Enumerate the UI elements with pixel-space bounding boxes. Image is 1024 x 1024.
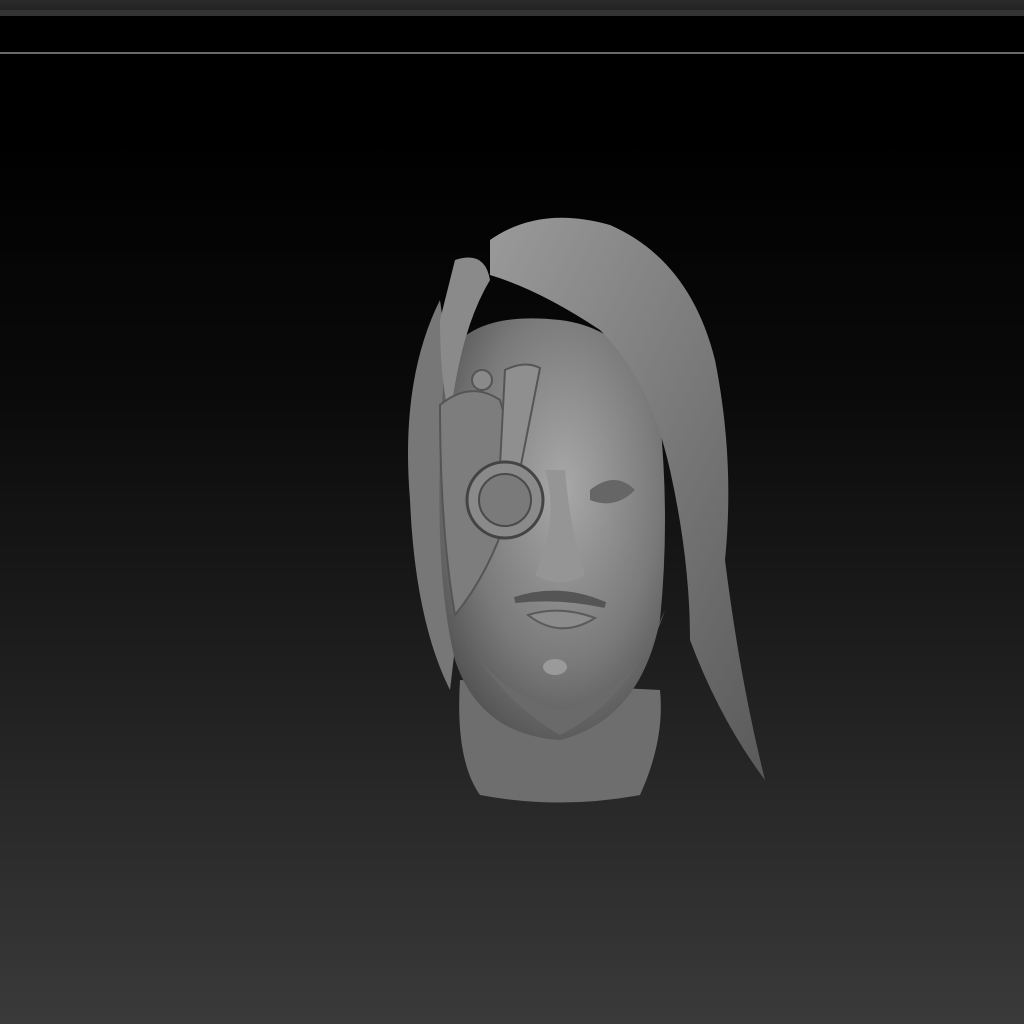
sculpted-head-model-icon[interactable]	[380, 200, 800, 820]
cyber-eye-inner	[478, 473, 532, 527]
chin-tuft	[543, 659, 567, 675]
top-shelf	[0, 16, 1024, 52]
cyber-bolt	[471, 369, 493, 391]
